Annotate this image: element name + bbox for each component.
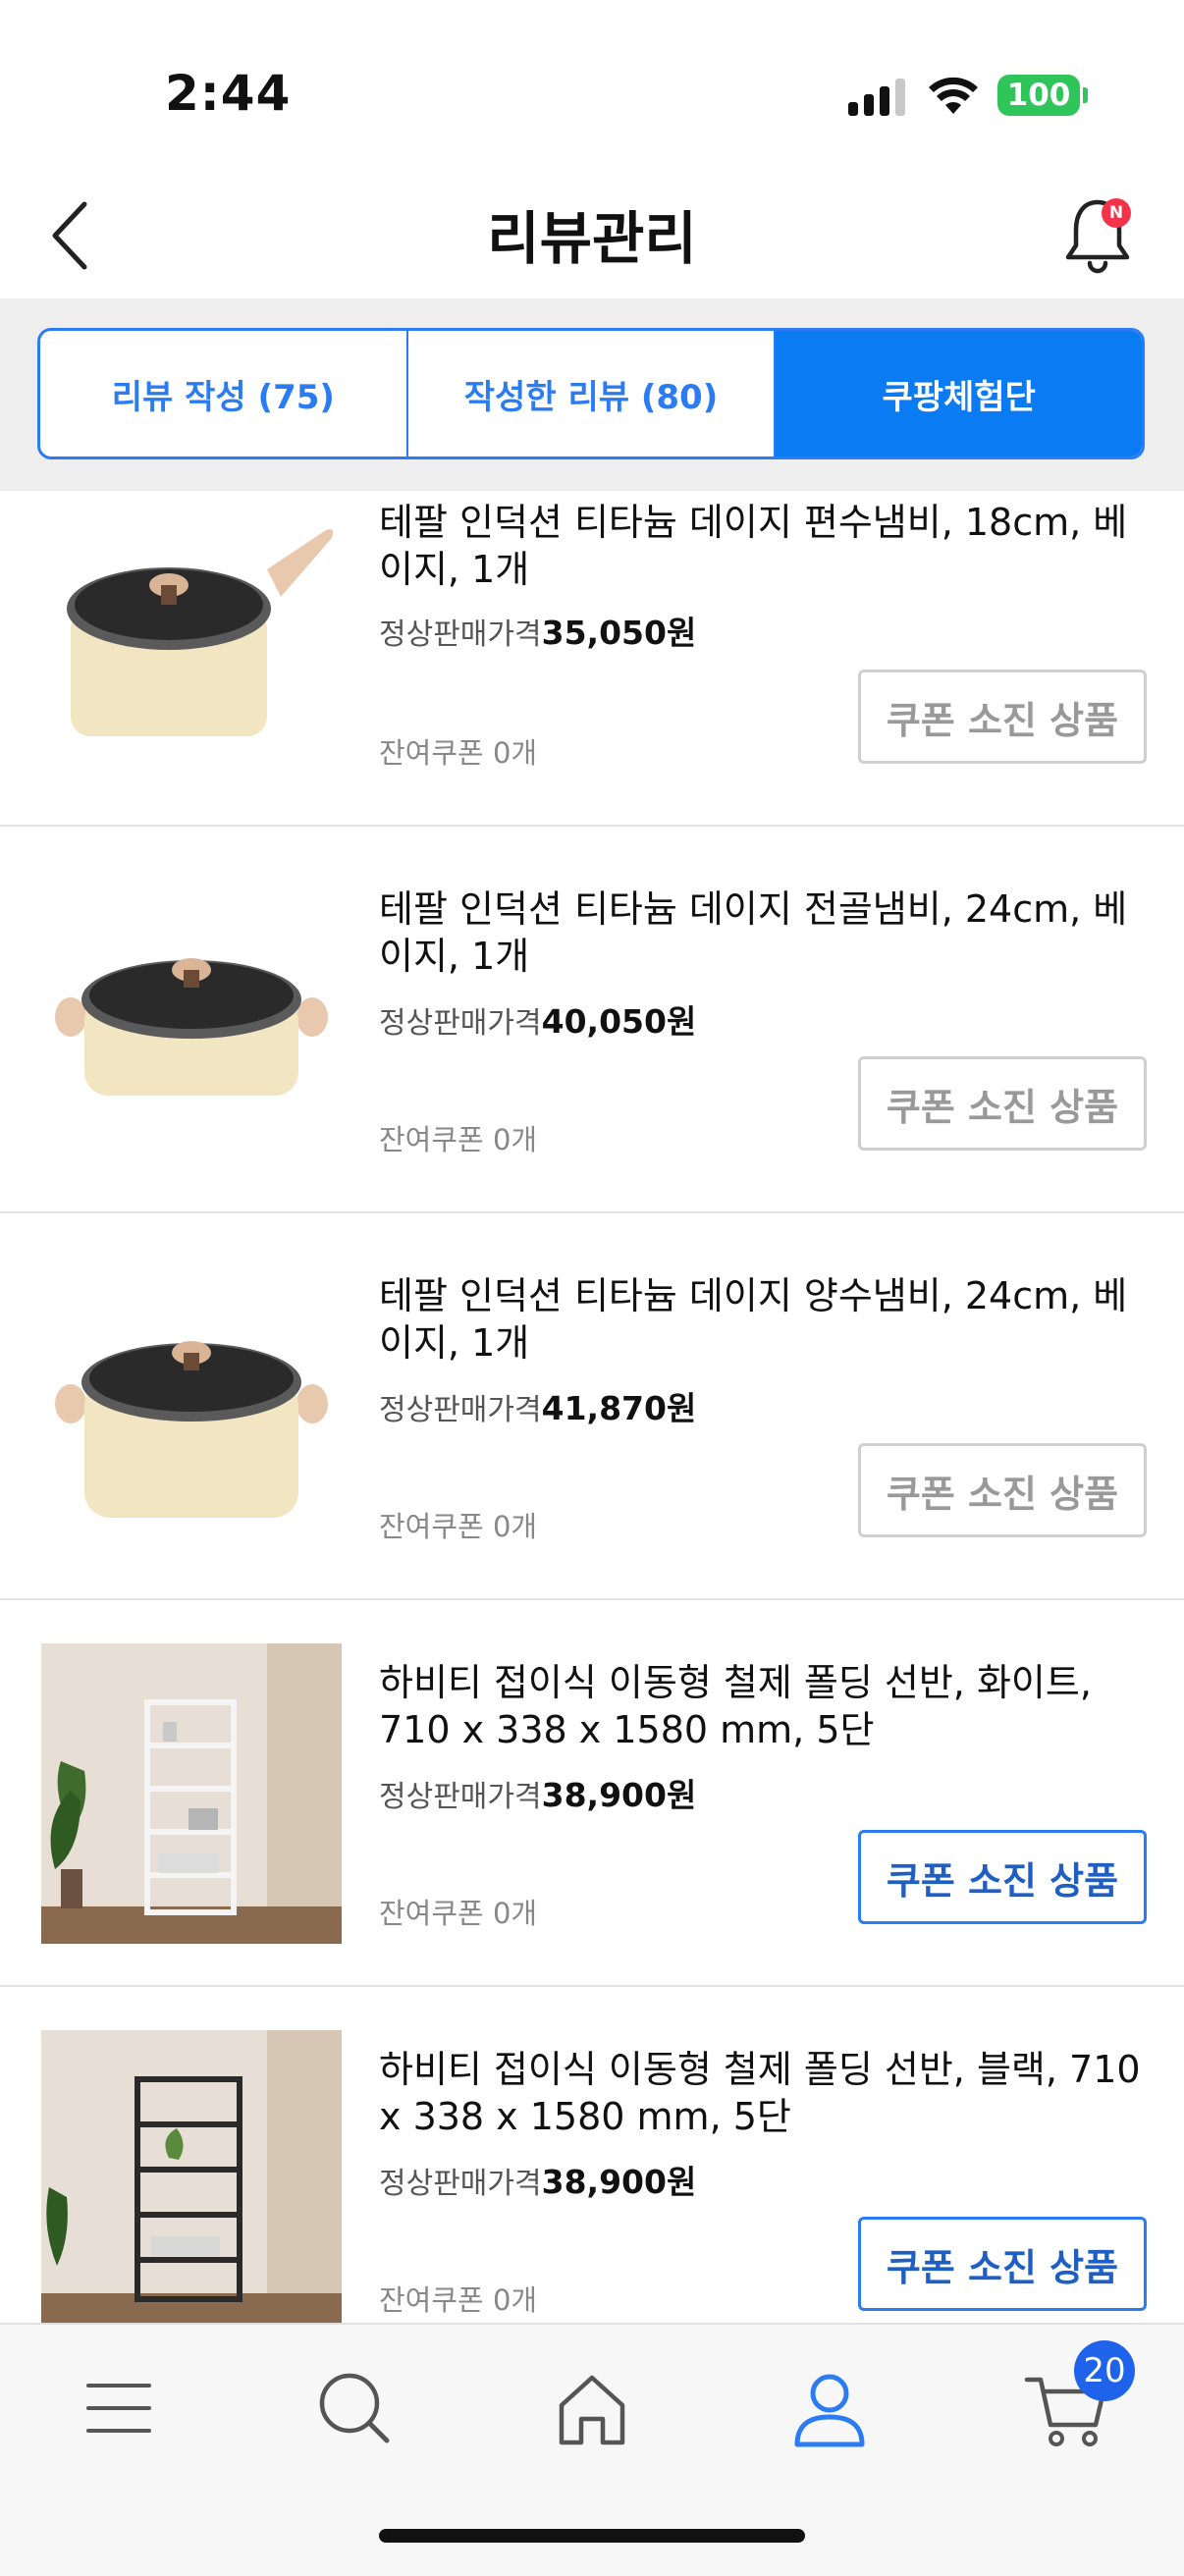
menu-icon[interactable] <box>75 2364 163 2452</box>
notification-badge: N <box>1102 198 1131 228</box>
product-name[interactable]: 테팔 인덕션 티타늄 데이지 양수냄비, 24cm, 베이지, 1개 <box>379 1272 1155 1367</box>
price-label: 정상판매가격 <box>379 1006 542 1041</box>
segmented-tabs: 리뷰 작성 (75) 작성한 리뷰 (80) 쿠팡체험단 <box>37 328 1145 459</box>
battery-level: 100 <box>1006 78 1071 113</box>
list-item[interactable]: 테팔 인덕션 티타늄 데이지 전골냄비, 24cm, 베이지, 1개 정상판매가… <box>0 827 1184 1213</box>
price-label: 정상판매가격 <box>379 617 542 652</box>
price-value: 41,870원 <box>541 1389 697 1427</box>
coupon-sold-out-button[interactable]: 쿠폰 소진 상품 <box>858 670 1147 764</box>
product-name[interactable]: 테팔 인덕션 티타늄 데이지 전골냄비, 24cm, 베이지, 1개 <box>379 886 1155 980</box>
product-price: 정상판매가격35,050원 <box>379 607 696 654</box>
cart-count-badge: 20 <box>1074 2340 1135 2401</box>
remaining-coupons: 잔여쿠폰 0개 <box>379 1510 538 1543</box>
my-account-icon[interactable] <box>785 2364 874 2452</box>
product-name[interactable]: 테팔 인덕션 티타늄 데이지 편수냄비, 18cm, 베이지, 1개 <box>379 499 1155 593</box>
price-label: 정상판매가격 <box>379 1780 542 1814</box>
product-name[interactable]: 하비티 접이식 이동형 철제 폴딩 선반, 블랙, 710 x 338 x 15… <box>379 2046 1155 2140</box>
product-price: 정상판매가격40,050원 <box>379 995 696 1043</box>
price-label: 정상판매가격 <box>379 1393 542 1427</box>
cellular-signal-icon <box>848 77 907 116</box>
price-label: 정상판매가격 <box>379 2167 542 2201</box>
coupon-sold-out-button[interactable]: 쿠폰 소진 상품 <box>858 1443 1147 1537</box>
list-item[interactable]: 하비티 접이식 이동형 철제 폴딩 선반, 화이트, 710 x 338 x 1… <box>0 1600 1184 1987</box>
battery-icon: 100 <box>997 75 1088 116</box>
product-image-casserole-high <box>41 1257 342 1557</box>
product-image-casserole-low <box>41 870 342 1170</box>
list-item[interactable]: 테팔 인덕션 티타늄 데이지 편수냄비, 18cm, 베이지, 1개 정상판매가… <box>0 491 1184 827</box>
tab-written-reviews[interactable]: 작성한 리뷰 (80) <box>405 331 775 456</box>
product-image-shelf-white <box>41 1643 342 1944</box>
remaining-coupons: 잔여쿠폰 0개 <box>379 2283 538 2317</box>
app-header: 리뷰관리 <box>0 157 1184 298</box>
tab-bar: 리뷰 작성 (75) 작성한 리뷰 (80) 쿠팡체험단 <box>0 298 1184 491</box>
product-price: 정상판매가격41,870원 <box>379 1382 696 1429</box>
price-value: 35,050원 <box>541 614 697 652</box>
remaining-coupons: 잔여쿠폰 0개 <box>379 1123 538 1156</box>
product-image-shelf-black <box>41 2030 342 2331</box>
product-name[interactable]: 하비티 접이식 이동형 철제 폴딩 선반, 화이트, 710 x 338 x 1… <box>379 1659 1155 1753</box>
home-icon[interactable] <box>548 2364 636 2452</box>
home-indicator[interactable] <box>379 2529 805 2543</box>
tab-write-review[interactable]: 리뷰 작성 (75) <box>40 331 406 456</box>
price-value: 40,050원 <box>541 1002 697 1041</box>
search-icon[interactable] <box>310 2364 399 2452</box>
coupon-sold-out-button[interactable]: 쿠폰 소진 상품 <box>858 1056 1147 1151</box>
price-value: 38,900원 <box>541 1776 697 1814</box>
price-value: 38,900원 <box>541 2163 697 2201</box>
tab-coupang-experience[interactable]: 쿠팡체험단 <box>774 331 1142 456</box>
list-item[interactable]: 테팔 인덕션 티타늄 데이지 양수냄비, 24cm, 베이지, 1개 정상판매가… <box>0 1213 1184 1600</box>
remaining-coupons: 잔여쿠폰 0개 <box>379 1897 538 1930</box>
product-image-saucepan <box>41 501 342 801</box>
product-price: 정상판매가격38,900원 <box>379 2156 696 2203</box>
remaining-coupons: 잔여쿠폰 0개 <box>379 736 538 770</box>
wifi-icon <box>929 77 978 114</box>
page-title: 리뷰관리 <box>487 205 697 272</box>
product-price: 정상판매가격38,900원 <box>379 1769 696 1816</box>
list-item[interactable]: 하비티 접이식 이동형 철제 폴딩 선반, 블랙, 710 x 338 x 15… <box>0 1987 1184 2374</box>
coupon-sold-out-button[interactable]: 쿠폰 소진 상품 <box>858 2217 1147 2311</box>
coupon-sold-out-button[interactable]: 쿠폰 소진 상품 <box>858 1830 1147 1924</box>
status-time: 2:44 <box>165 65 292 122</box>
status-bar: 2:44 100 <box>0 0 1184 157</box>
